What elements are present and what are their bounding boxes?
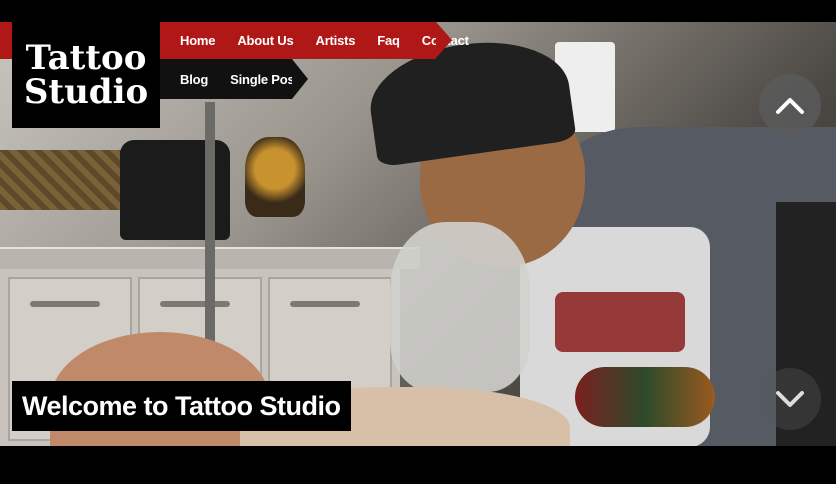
chevron-down-icon [776,391,804,407]
nav-item-faq[interactable]: Faq [366,33,411,48]
hero-caption-text: Welcome to Tattoo Studio [22,390,341,421]
chevron-up-icon [776,98,804,114]
primary-nav: Home About Us Artists Faq Contact [160,22,469,59]
nav-item-about-us[interactable]: About Us [226,33,304,48]
slider-prev-button[interactable] [759,74,821,136]
secondary-nav: Blog Single Post [160,59,308,99]
nav-item-contact[interactable]: Contact [411,33,480,48]
pole-shape [205,102,215,352]
figurine-shape [245,137,305,217]
nav-item-artists[interactable]: Artists [305,33,367,48]
shirt-print [555,292,685,352]
nav-item-single-post[interactable]: Single Post [219,72,310,87]
hero-caption: Welcome to Tattoo Studio [12,381,351,431]
accent-tab [0,22,12,59]
tattooed-forearm [575,367,715,427]
nav-item-blog[interactable]: Blog [160,72,219,87]
logo-text: Tattoo Studio [23,38,149,112]
basket-shape [0,150,140,210]
gloved-hand [390,222,530,392]
slider-next-button[interactable] [759,368,821,430]
site-logo[interactable]: Tattoo Studio [12,22,160,128]
nav-item-home[interactable]: Home [160,33,226,48]
